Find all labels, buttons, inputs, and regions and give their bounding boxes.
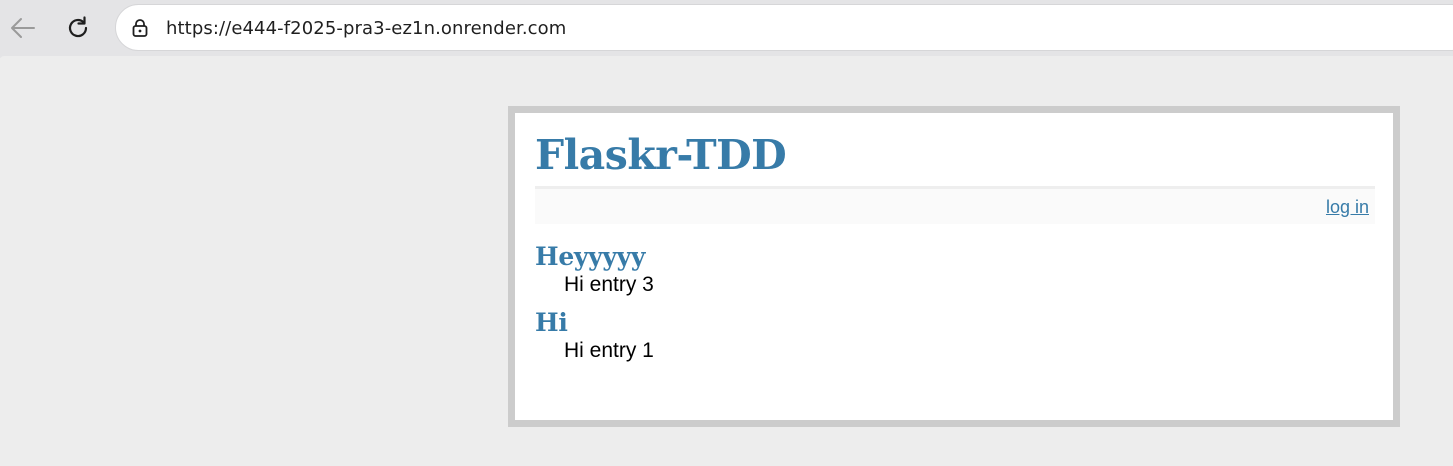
entry-text: Hi entry 1 — [564, 339, 654, 362]
reload-icon — [68, 16, 88, 38]
page-container: Flaskr-TDD log in Heyyyyy Hi entry 3 Hi … — [508, 106, 1400, 427]
content-edge — [0, 56, 1453, 60]
list-item: Heyyyyy Hi entry 3 — [535, 241, 1375, 297]
arrow-left-icon — [11, 18, 35, 38]
meta-nav: log in — [535, 186, 1375, 224]
url-text[interactable]: https://e444-f2025-pra3-ez1n.onrender.co… — [166, 18, 566, 39]
lock-icon[interactable] — [130, 18, 150, 38]
entry-title: Hi — [535, 308, 568, 337]
page-title: Flaskr-TDD — [535, 131, 787, 179]
address-bar[interactable]: https://e444-f2025-pra3-ez1n.onrender.co… — [115, 4, 1453, 51]
browser-toolbar: https://e444-f2025-pra3-ez1n.onrender.co… — [0, 0, 1453, 60]
login-link[interactable]: log in — [1326, 197, 1369, 218]
entry-title: Heyyyyy — [535, 242, 646, 271]
list-item: Hi Hi entry 1 — [535, 307, 1375, 363]
reload-button[interactable] — [60, 10, 96, 46]
entry-text: Hi entry 3 — [564, 273, 654, 296]
back-button[interactable] — [5, 10, 41, 46]
entries-list: Heyyyyy Hi entry 3 Hi Hi entry 1 — [535, 241, 1375, 373]
